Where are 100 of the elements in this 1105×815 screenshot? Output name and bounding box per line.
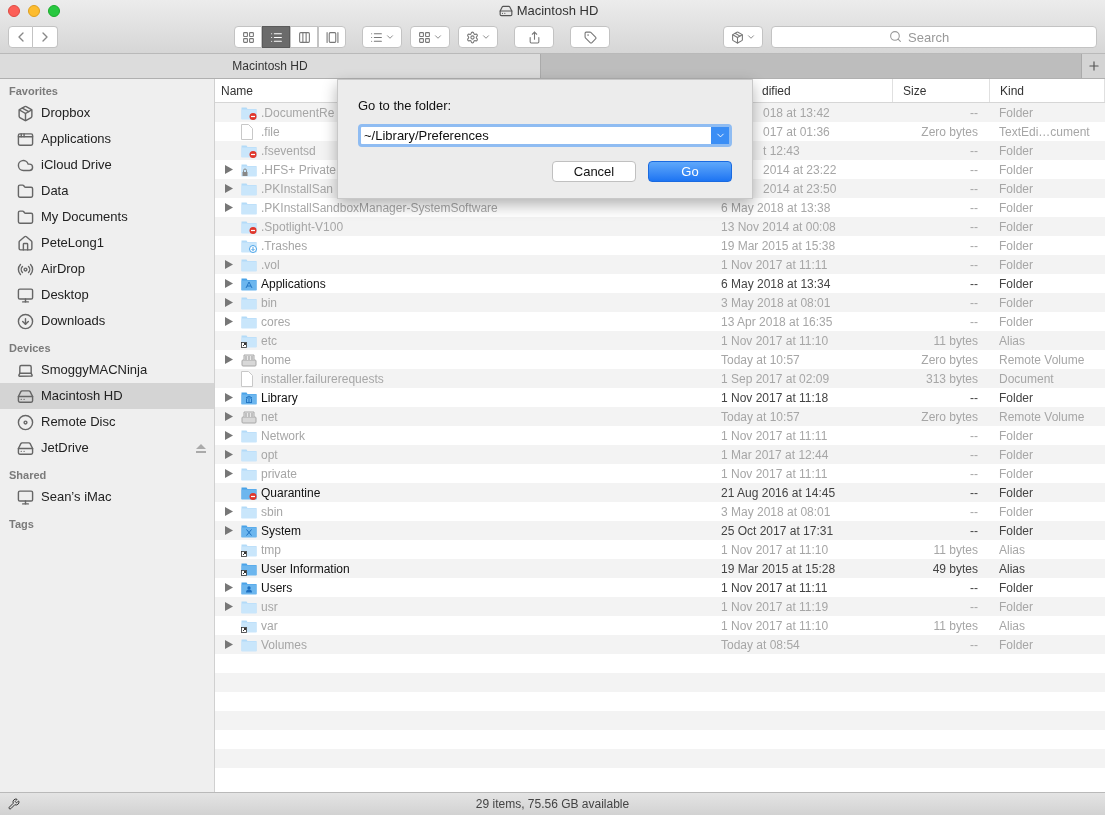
kind-cell-text: Document	[998, 370, 1055, 388]
size-cell-text: Zero bytes	[920, 351, 979, 369]
size-cell-text: --	[969, 598, 979, 616]
size-cell-text: --	[969, 465, 979, 483]
date-cell-text: Today at 08:54	[720, 636, 801, 654]
kind-cell-text: TextEdi…cument	[998, 123, 1091, 141]
date-cell-text: 1 Nov 2017 at 11:11	[720, 579, 829, 597]
size-cell-text: 49 bytes	[931, 560, 979, 578]
date-cell-text: 1 Nov 2017 at 11:18	[720, 389, 830, 407]
file-name: net	[261, 408, 278, 426]
file-name: Network	[261, 427, 305, 445]
file-name: .Spotlight-V100	[261, 218, 344, 236]
file-name: home	[261, 351, 292, 369]
kind-cell-text: Folder	[998, 446, 1034, 464]
size-cell-text: --	[969, 180, 979, 198]
size-cell-text: 313 bytes	[924, 370, 979, 388]
kind-cell-text: Folder	[998, 161, 1034, 179]
file-name: .vol	[261, 256, 280, 274]
date-cell-text: 6 May 2018 at 13:38	[720, 199, 832, 217]
size-cell-text: --	[969, 256, 979, 274]
date-cell-text: 19 Mar 2015 at 15:28	[720, 560, 837, 578]
file-name: .DocumentRe	[261, 104, 335, 122]
date-cell-text: 1 Nov 2017 at 11:10	[720, 541, 830, 559]
size-cell-text: Zero bytes	[920, 123, 979, 141]
file-name: var	[261, 617, 278, 635]
file-name: usr	[261, 598, 278, 616]
size-cell-text: --	[969, 636, 979, 654]
file-name: cores	[261, 313, 291, 331]
kind-cell-text: Alias	[998, 332, 1026, 350]
dialog-title: Go to the folder:	[358, 97, 453, 115]
date-cell-text: t 12:43	[762, 142, 801, 160]
file-name: Quarantine	[261, 484, 321, 502]
kind-cell-text: Folder	[998, 104, 1034, 122]
file-name: tmp	[261, 541, 281, 559]
kind-cell-text: Folder	[998, 275, 1034, 293]
kind-cell-text: Folder	[998, 256, 1034, 274]
file-name: private	[261, 465, 298, 483]
kind-cell-text: Alias	[998, 560, 1026, 578]
file-name: sbin	[261, 503, 283, 521]
size-cell-text: --	[969, 294, 979, 312]
file-name: .PKInstallSan	[261, 180, 334, 198]
size-cell-text: --	[969, 522, 979, 540]
file-name: .PKInstallSandboxManager-SystemSoftware	[261, 199, 498, 217]
date-cell-text: 13 Apr 2018 at 16:35	[720, 313, 834, 331]
kind-cell-text: Folder	[998, 294, 1034, 312]
file-name: Library	[261, 389, 298, 407]
date-cell-text: 21 Aug 2016 at 14:45	[720, 484, 837, 502]
file-name: Applications	[261, 275, 326, 293]
window-title: Macintosh HD	[516, 2, 599, 21]
sidebar-heading: Tags	[8, 516, 35, 532]
kind-cell-text: Alias	[998, 541, 1026, 559]
file-name: opt	[261, 446, 278, 464]
size-cell-text: --	[969, 389, 979, 407]
date-cell-text: 1 Mar 2017 at 12:44	[720, 446, 830, 464]
size-cell-text: --	[969, 275, 979, 293]
size-cell-text: --	[969, 142, 979, 160]
kind-cell-text: Folder	[998, 180, 1034, 198]
kind-cell-text: Folder	[998, 465, 1034, 483]
date-cell-text: 6 May 2018 at 13:34	[720, 275, 832, 293]
size-cell-text: --	[969, 427, 979, 445]
kind-cell-text: Alias	[998, 617, 1026, 635]
size-cell-text: --	[969, 579, 979, 597]
file-name: bin	[261, 294, 277, 312]
date-cell-text: 19 Mar 2015 at 15:38	[720, 237, 837, 255]
size-cell-text: --	[969, 161, 979, 179]
date-cell-text: 1 Nov 2017 at 11:19	[720, 598, 830, 616]
file-name: etc	[261, 332, 277, 350]
kind-cell-text: Remote Volume	[998, 408, 1086, 426]
size-cell-text: --	[969, 199, 979, 217]
date-cell-text: 018 at 13:42	[762, 104, 831, 122]
kind-cell-text: Folder	[998, 503, 1034, 521]
kind-cell-text: Folder	[998, 579, 1034, 597]
kind-cell-text: Folder	[998, 484, 1034, 502]
date-cell-text: Today at 10:57	[720, 351, 801, 369]
kind-cell-text: Folder	[998, 142, 1034, 160]
kind-cell-text: Folder	[998, 237, 1034, 255]
file-name: Users	[261, 579, 293, 597]
size-cell-text: 11 bytes	[932, 541, 979, 559]
date-cell-text: Today at 10:57	[720, 408, 801, 426]
file-name: .HFS+ Private	[261, 161, 337, 179]
date-cell-text: 1 Nov 2017 at 11:11	[720, 465, 829, 483]
size-cell-text: --	[969, 484, 979, 502]
file-name: installer.failurerequests	[261, 370, 384, 388]
file-name: .fseventsd	[261, 142, 316, 160]
date-cell-text: 1 Nov 2017 at 11:11	[720, 427, 829, 445]
date-cell-text: 2014 at 23:50	[762, 180, 838, 198]
kind-cell-text: Folder	[998, 598, 1034, 616]
sidebar-heading: Favorites	[8, 83, 59, 99]
date-cell-text: 13 Nov 2014 at 00:08	[720, 218, 837, 236]
date-cell-text: 25 Oct 2017 at 17:31	[720, 522, 835, 540]
file-name: .file	[261, 123, 280, 141]
kind-cell-text: Folder	[998, 389, 1034, 407]
size-cell-text: --	[969, 446, 979, 464]
date-cell-text: 017 at 01:36	[762, 123, 831, 141]
size-cell-text: --	[969, 503, 979, 521]
sidebar-heading: Shared	[8, 467, 48, 483]
kind-cell-text: Folder	[998, 313, 1034, 331]
file-name: .Trashes	[261, 237, 308, 255]
kind-cell-text: Folder	[998, 522, 1034, 540]
file-name: User Information	[261, 560, 350, 578]
